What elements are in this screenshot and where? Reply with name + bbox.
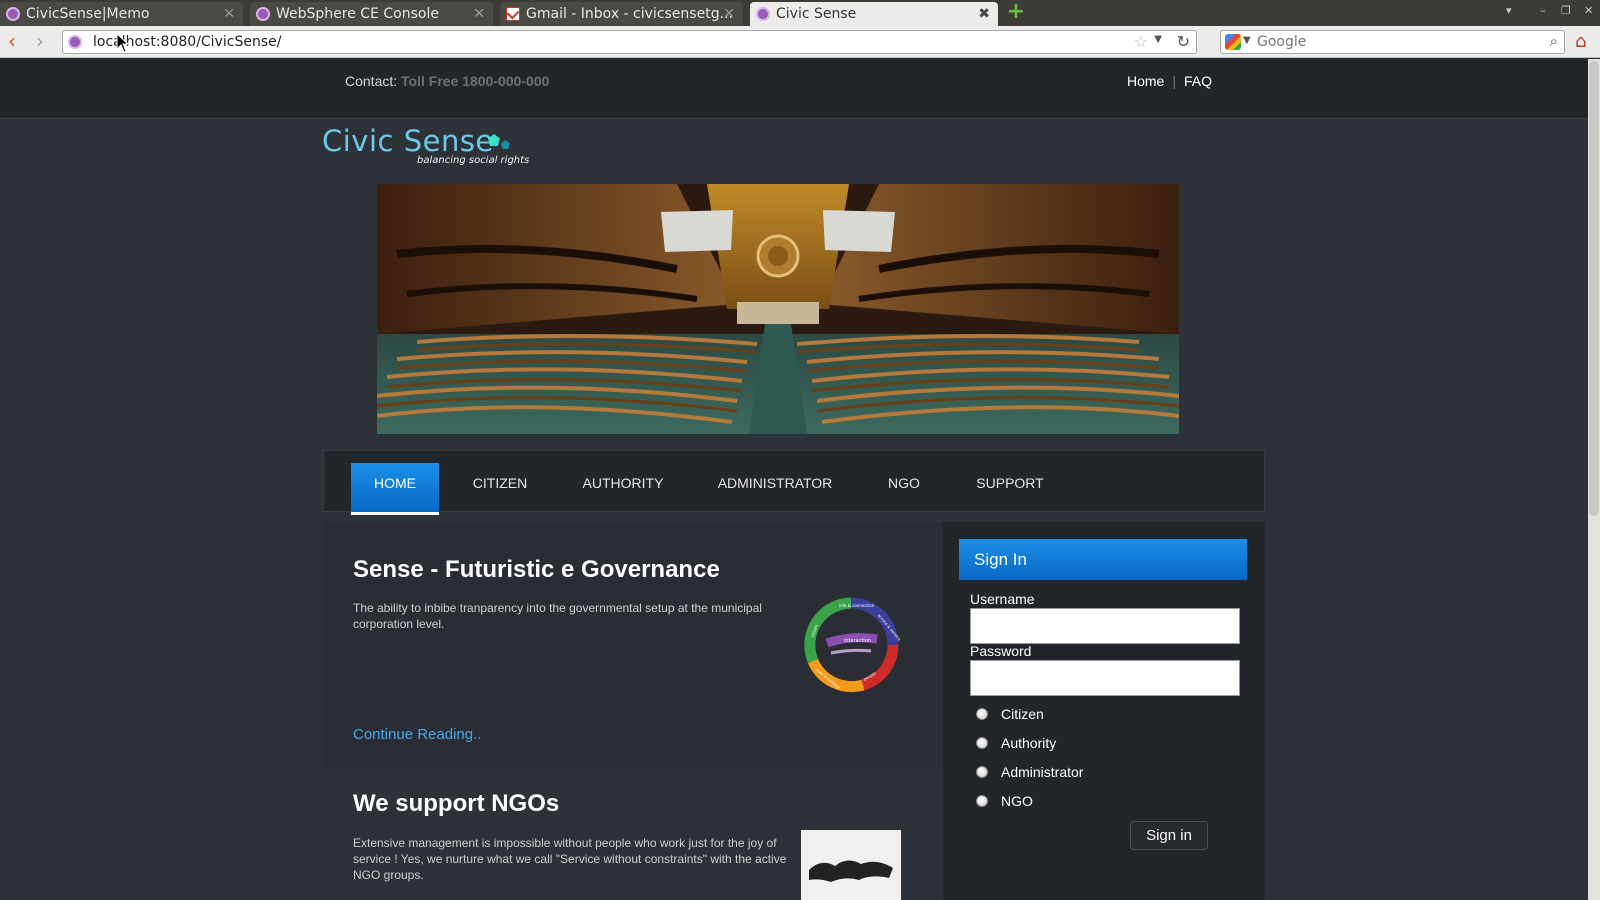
close-icon[interactable]: ✕	[473, 2, 485, 26]
window-close-icon[interactable]: ✕	[1584, 4, 1593, 17]
article-title: Sense - Futuristic e Governance	[353, 556, 720, 583]
signin-heading: Sign In	[959, 539, 1247, 580]
magnifier-icon[interactable]: ⌕	[1550, 32, 1558, 50]
plus-icon[interactable]: +	[1005, 1, 1027, 23]
tab-websphere-console[interactable]: WebSphere CE Console ✕	[250, 2, 493, 26]
username-label: Username	[970, 591, 1035, 607]
tab-civicsense-memo[interactable]: CivicSense|Memo ✕	[0, 2, 243, 26]
radio-button[interactable]	[976, 708, 988, 720]
article-text: Extensive management is impossible witho…	[353, 836, 787, 882]
signin-panel: Sign In Username Password Citizen Author…	[943, 522, 1265, 900]
google-icon[interactable]	[1225, 34, 1241, 50]
username-field[interactable]	[970, 608, 1240, 644]
ngo-map-graphic	[809, 860, 893, 882]
password-field[interactable]	[970, 660, 1240, 696]
close-icon[interactable]: ✕	[723, 2, 735, 26]
tab-title: Gmail - Inbox - civicsensetg...	[526, 6, 733, 22]
ring-label-info: info & connection	[839, 603, 875, 608]
scrollbar-thumb[interactable]	[1589, 61, 1599, 516]
home-icon[interactable]: ⌂	[1575, 31, 1586, 52]
tab-title: CivicSense|Memo	[26, 6, 150, 22]
contact-info: Contact: Toll Free 1800-000-000	[345, 73, 549, 89]
logo-name: Civic Sense	[322, 124, 494, 158]
site-top-bar: Contact: Toll Free 1800-000-000 Home | FAQ	[0, 59, 1588, 119]
back-arrow-icon[interactable]: ‹	[8, 30, 16, 52]
main-menu: HOME CITIZEN AUTHORITY ADMINISTRATOR NGO…	[323, 450, 1265, 515]
gmail-icon	[506, 7, 520, 21]
history-dropdown-icon[interactable]: ▼	[1154, 34, 1162, 45]
top-link-faq[interactable]: FAQ	[1184, 73, 1212, 89]
role-label: Citizen	[1001, 706, 1044, 722]
menu-item-administrator[interactable]: ADMINISTRATOR	[714, 463, 836, 503]
close-icon[interactable]: ✕	[223, 2, 235, 26]
restore-icon[interactable]: ❐	[1561, 4, 1571, 17]
logo-tagline: balancing social rights	[417, 155, 530, 166]
navigation-bar: ‹ › localhost:8080/CivicSense/ ☆ ▼ ↻ ▼ ⌕…	[0, 26, 1600, 58]
web-page: Contact: Toll Free 1800-000-000 Home | FAQ…	[0, 59, 1588, 900]
tab-civic-sense[interactable]: Civic Sense ✖	[750, 2, 998, 26]
top-link-home[interactable]: Home	[1127, 73, 1164, 89]
governance-ring-image: interaction info & connection access & s…	[801, 595, 902, 695]
tab-title: Civic Sense	[776, 6, 857, 22]
star-icon[interactable]: ☆	[1134, 32, 1148, 51]
tab-bar: CivicSense|Memo ✕ WebSphere CE Console ✕…	[0, 0, 1600, 26]
role-label: Administrator	[1001, 764, 1084, 780]
menu-item-citizen[interactable]: CITIZEN	[464, 463, 536, 503]
signin-button[interactable]: Sign in	[1130, 821, 1208, 850]
role-label: Authority	[1001, 735, 1057, 751]
site-icon	[756, 7, 770, 21]
menu-item-home[interactable]: HOME	[351, 463, 439, 515]
ngo-image	[801, 830, 901, 900]
article-ngo-support: We support NGOs Extensive management is …	[323, 767, 943, 900]
radio-button[interactable]	[976, 795, 988, 807]
menu-item-support[interactable]: SUPPORT	[969, 463, 1051, 503]
assembly-hall-banner	[377, 184, 1179, 434]
governance-ring-graphic: interaction info & connection access & s…	[801, 595, 902, 695]
site-icon	[256, 7, 270, 21]
article-text: The ability to inbibe tranparency into t…	[353, 601, 762, 631]
address-bar[interactable]: localhost:8080/CivicSense/ ☆ ▼ ↻	[62, 30, 1197, 54]
tab-gmail-inbox[interactable]: Gmail - Inbox - civicsensetg... ✕	[500, 2, 743, 26]
forward-arrow-icon[interactable]: ›	[36, 30, 44, 52]
contact-label: Contact:	[345, 73, 398, 89]
continue-reading-link[interactable]: Continue Reading..	[353, 726, 481, 743]
minimize-icon[interactable]: –	[1540, 4, 1546, 17]
mouse-cursor-icon	[116, 33, 128, 53]
tab-list-icon[interactable]: ▾	[1506, 4, 1512, 17]
engine-dropdown-icon[interactable]: ▼	[1243, 35, 1251, 46]
password-label: Password	[970, 643, 1032, 659]
reload-icon[interactable]: ↻	[1177, 32, 1190, 51]
radio-button[interactable]	[976, 737, 988, 749]
divider: |	[1172, 73, 1176, 89]
assembly-hall-image	[377, 184, 1179, 434]
search-input[interactable]	[1257, 32, 1537, 52]
ring-label-interaction: interaction	[844, 638, 871, 644]
article-e-governance: Sense - Futuristic e Governance The abil…	[323, 522, 943, 767]
site-identity-icon	[68, 35, 82, 49]
menu-item-authority[interactable]: AUTHORITY	[578, 463, 668, 503]
close-icon[interactable]: ✖	[978, 2, 990, 26]
gem-icon	[501, 140, 510, 149]
site-icon	[6, 7, 20, 21]
role-label: NGO	[1001, 793, 1033, 809]
article-title: We support NGOs	[353, 790, 560, 817]
radio-button[interactable]	[976, 766, 988, 778]
top-links: Home | FAQ	[1127, 73, 1212, 89]
tab-title: WebSphere CE Console	[276, 6, 439, 22]
page-scrollbar[interactable]	[1588, 59, 1600, 900]
menu-item-ngo[interactable]: NGO	[882, 463, 926, 503]
search-bar[interactable]: ▼ ⌕	[1220, 30, 1565, 54]
contact-phone: Toll Free 1800-000-000	[401, 73, 550, 89]
site-logo[interactable]: Civic Sense balancing social rights	[322, 124, 529, 166]
